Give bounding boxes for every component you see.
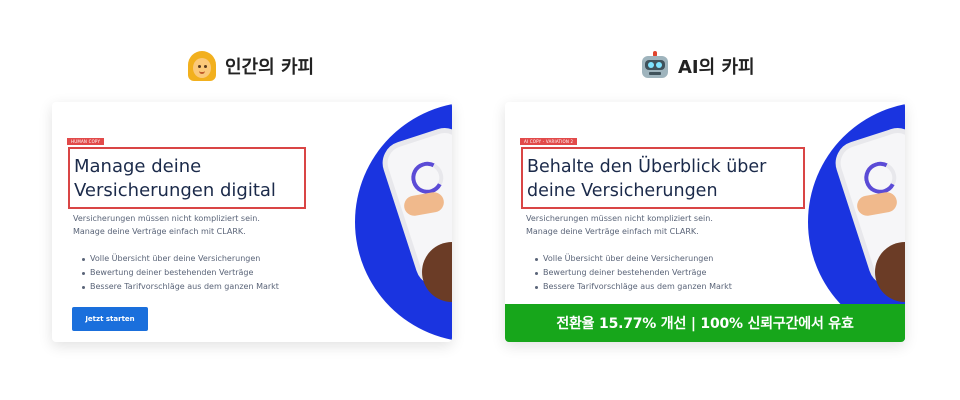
list-item: Volle Übersicht über deine Versicherunge…	[82, 252, 279, 266]
intro-line-1: Versicherungen müssen nicht kompliziert …	[526, 214, 713, 223]
ai-copy-tag: AI COPY - VARIATION 2	[520, 138, 578, 145]
headline-highlight-box: Manage deine Versicherungen digital	[68, 147, 306, 209]
list-item: Bessere Tarifvorschläge aus dem ganzen M…	[82, 280, 279, 294]
human-copy-title: 인간의 카피	[187, 50, 314, 82]
robot-icon	[640, 51, 670, 81]
ai-copy-title-text: AI의 카피	[678, 57, 755, 78]
woman-icon	[187, 51, 217, 81]
progress-ring-icon	[407, 157, 448, 198]
headline-line-2: Versicherungen digital	[74, 180, 276, 201]
feature-list: Volle Übersicht über deine Versicherunge…	[82, 252, 279, 294]
headline-line-2: deine Versicherungen	[527, 181, 718, 201]
progress-ring-icon	[860, 157, 901, 198]
headline-highlight-box: Behalte den Überblick über deine Versich…	[521, 147, 805, 209]
intro-text: Versicherungen müssen nicht kompliziert …	[526, 212, 786, 238]
intro-line-1: Versicherungen müssen nicht kompliziert …	[73, 214, 260, 223]
headline-line-1: Manage deine	[74, 156, 202, 177]
human-copy-title-text: 인간의 카피	[225, 57, 315, 78]
list-item: Bewertung deiner bestehenden Verträge	[535, 266, 732, 280]
ai-copy-card: AI COPY - VARIATION 2 Behalte den Überbl…	[505, 102, 905, 342]
intro-line-2: Manage deine Verträge einfach mit CLARK.	[73, 227, 246, 236]
headline-line-1: Behalte den Überblick über	[527, 157, 767, 177]
conversion-result-banner: 전환율 15.77% 개선 | 100% 신뢰구간에서 유효	[505, 304, 905, 342]
human-copy-tag: HUMAN COPY	[67, 138, 105, 145]
intro-text: Versicherungen müssen nicht kompliziert …	[73, 212, 333, 238]
ai-copy-title: AI의 카피	[640, 50, 755, 82]
feature-list: Volle Übersicht über deine Versicherunge…	[535, 252, 732, 294]
list-item: Bessere Tarifvorschläge aus dem ganzen M…	[535, 280, 732, 294]
list-item: Volle Übersicht über deine Versicherunge…	[535, 252, 732, 266]
start-button[interactable]: Jetzt starten	[72, 307, 148, 331]
list-item: Bewertung deiner bestehenden Verträge	[82, 266, 279, 280]
human-copy-card: HUMAN COPY Manage deine Versicherungen d…	[52, 102, 452, 342]
intro-line-2: Manage deine Verträge einfach mit CLARK.	[526, 227, 699, 236]
